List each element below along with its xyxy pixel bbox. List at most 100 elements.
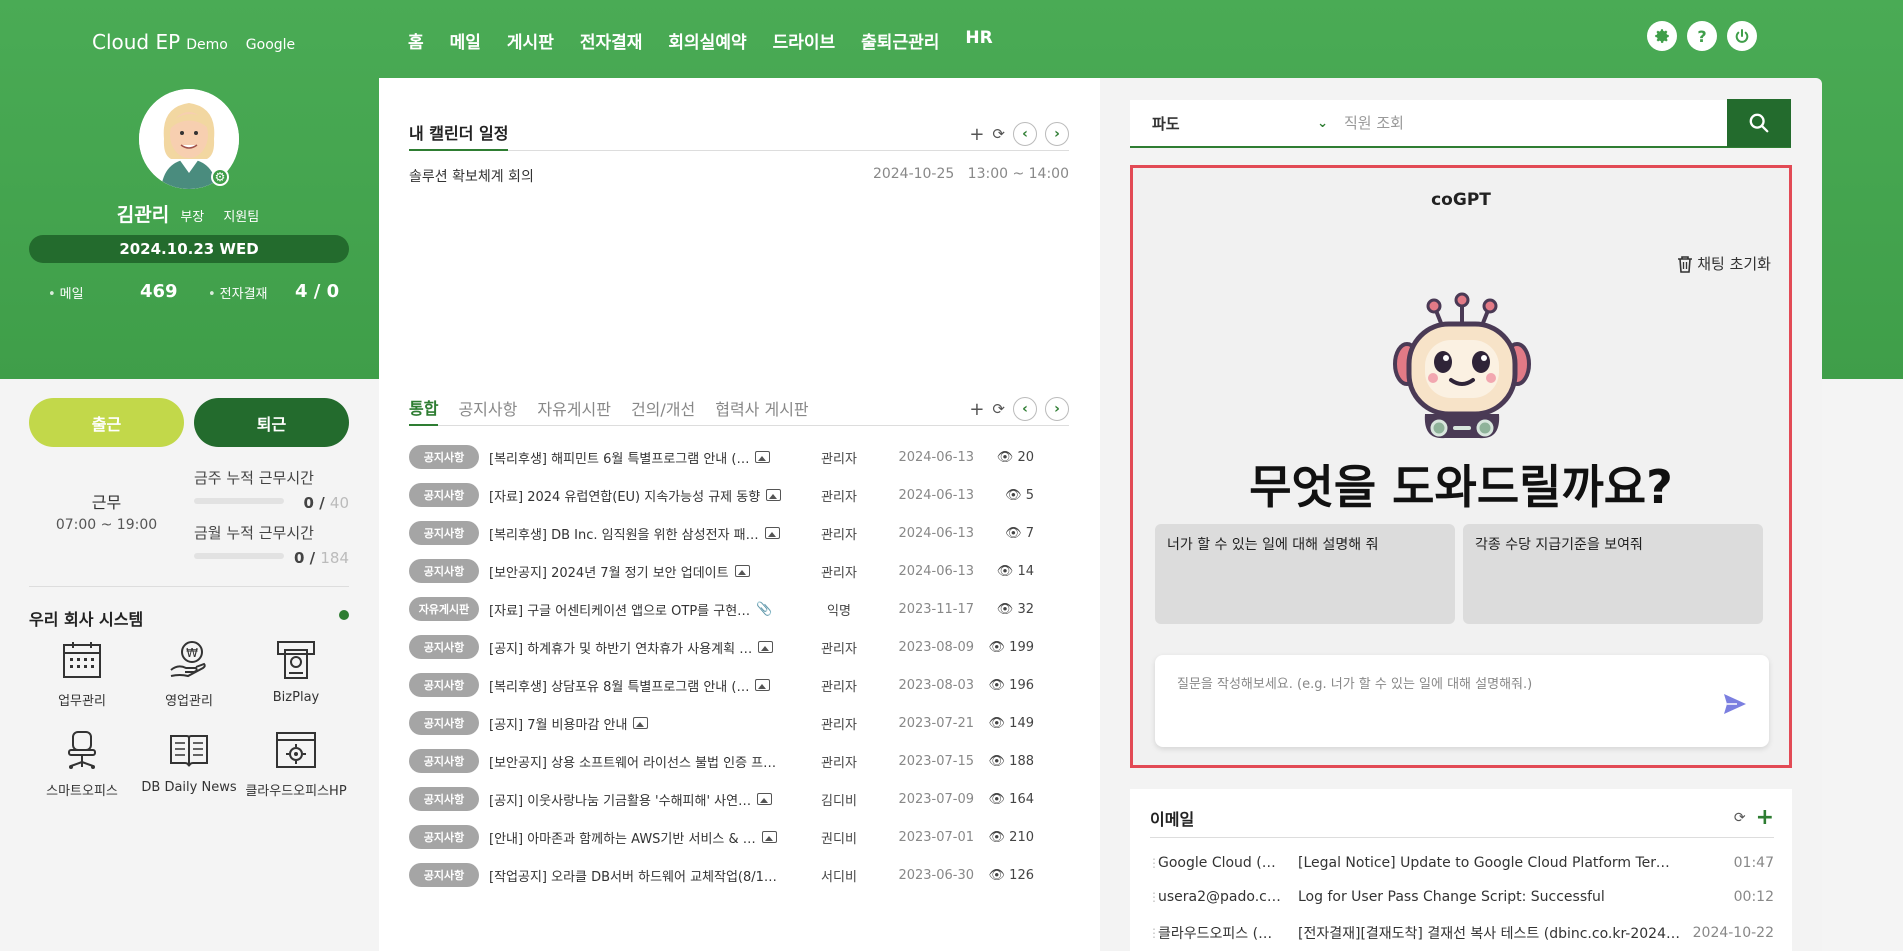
refresh-icon[interactable]: ⟳ bbox=[1734, 810, 1746, 826]
system-bizplay[interactable]: BizPlay bbox=[241, 640, 351, 705]
nav-hr[interactable]: HR bbox=[965, 28, 992, 53]
eye-icon: 👁 bbox=[988, 753, 1006, 769]
refresh-icon[interactable]: ⟳ bbox=[992, 400, 1005, 418]
search-scope-select[interactable]: 파도 ⌄ bbox=[1130, 113, 1340, 134]
system-sales-management[interactable]: ₩ 영업관리 bbox=[134, 640, 244, 709]
avatar-settings-icon[interactable]: ⚙ bbox=[211, 168, 229, 186]
email-subject[interactable]: [Legal Notice] Update to Google Cloud Pl… bbox=[1298, 855, 1683, 871]
drag-handle-icon[interactable]: ⋮ bbox=[1148, 890, 1160, 904]
category-badge: 공지사항 bbox=[409, 787, 479, 811]
email-row[interactable]: ⋮ 클라우드오피스 (… [전자결재][결재도착] 결재선 복사 테스트 (dbin… bbox=[1148, 923, 1774, 943]
calendar-header: 내 캘린더 일정 + ⟳ ‹ › bbox=[409, 120, 1069, 151]
post-title[interactable]: [복리후생] 해피민트 6월 특별프로그램 안내 (… bbox=[489, 448, 799, 467]
system-smart-office[interactable]: 스마트오피스 bbox=[27, 730, 137, 799]
suggestion-button[interactable]: 너가 할 수 있는 일에 대해 설명해 줘 bbox=[1155, 524, 1455, 624]
calendar-event[interactable]: 솔루션 확보체계 회의 2024-10-25 13:00 ~ 14:00 bbox=[409, 166, 1069, 186]
gear-icon[interactable] bbox=[1647, 21, 1677, 51]
eye-icon: 👁 bbox=[1005, 487, 1022, 503]
nav-mail[interactable]: 메일 bbox=[450, 28, 481, 53]
nav-approval[interactable]: 전자결재 bbox=[580, 28, 643, 53]
tab-all[interactable]: 통합 bbox=[409, 395, 439, 426]
tab-notice[interactable]: 공지사항 bbox=[458, 396, 517, 425]
help-icon[interactable]: ? bbox=[1687, 21, 1717, 51]
approval-stat[interactable]: 전자결재 bbox=[208, 283, 268, 302]
post-title[interactable]: [복리후생] 상담포유 8월 특별프로그램 안내 (… bbox=[489, 676, 799, 695]
clock-out-button[interactable]: 퇴근 bbox=[194, 398, 349, 447]
post-title[interactable]: [복리후생] DB Inc. 임직원을 위한 삼성전자 패… bbox=[489, 524, 799, 543]
email-row[interactable]: ⋮ Google Cloud (… [Legal Notice] Update to… bbox=[1148, 855, 1774, 871]
brand[interactable]: Cloud EP Demo Google bbox=[92, 30, 295, 54]
post-title[interactable]: [공지] 7월 비용마감 안내 bbox=[489, 714, 799, 733]
post-date: 2024-06-13 bbox=[898, 563, 974, 579]
next-icon[interactable]: › bbox=[1045, 397, 1069, 421]
work-hours: 07:00 ~ 19:00 bbox=[55, 517, 158, 533]
system-label: 영업관리 bbox=[165, 694, 213, 709]
board-row[interactable]: 자유게시판 [자료] 구글 어센티케이션 앱으로 OTP를 구현… 📎 익명 2023-… bbox=[409, 594, 1069, 624]
post-title[interactable]: [안내] 아마존과 함께하는 AWS기반 서비스 & … bbox=[489, 828, 799, 847]
power-icon[interactable] bbox=[1727, 21, 1757, 51]
prev-icon[interactable]: ‹ bbox=[1013, 397, 1037, 421]
post-title[interactable]: [작업공지] 오라클 DB서버 하드웨어 교체작업(8/1… bbox=[489, 866, 799, 885]
image-attachment-icon bbox=[757, 793, 773, 805]
post-title[interactable]: [공지] 하계휴가 및 하반기 연차휴가 사용계획 … bbox=[489, 638, 799, 657]
email-subject[interactable]: [전자결재][결재도착] 결재선 복사 테스트 (dbinc.co.kr-202… bbox=[1298, 923, 1683, 943]
systems-title: 우리 회사 시스템 bbox=[29, 610, 144, 629]
chat-reset-button[interactable]: 채팅 초기화 bbox=[1677, 253, 1771, 274]
add-icon[interactable]: + bbox=[969, 399, 984, 420]
nav-board[interactable]: 게시판 bbox=[507, 28, 554, 53]
suggestion-button[interactable]: 각종 수당 지급기준을 보여줘 bbox=[1463, 524, 1763, 624]
board-row[interactable]: 공지사항 [안내] 아마존과 함께하는 AWS기반 서비스 & … 권디비 2023-… bbox=[409, 822, 1069, 852]
mail-stat[interactable]: 메일 bbox=[48, 283, 84, 302]
drag-handle-icon[interactable]: ⋮ bbox=[1148, 926, 1160, 940]
system-db-daily-news[interactable]: DB Daily News bbox=[134, 730, 244, 795]
refresh-icon[interactable]: ⟳ bbox=[992, 125, 1005, 143]
question-input[interactable] bbox=[1177, 673, 1697, 729]
eye-icon: 👁 bbox=[996, 563, 1014, 579]
board-row[interactable]: 공지사항 [자료] 2024 유럽연합(EU) 지속가능성 규제 동향 관리자 202… bbox=[409, 480, 1069, 510]
approval-count[interactable]: 4 / 0 bbox=[295, 281, 339, 302]
mail-count[interactable]: 469 bbox=[140, 281, 178, 302]
eye-icon: 👁 bbox=[988, 677, 1006, 693]
search-input[interactable] bbox=[1340, 114, 1727, 132]
board-row[interactable]: 공지사항 [보안공지] 상용 소프트웨어 라이선스 불법 인증 프… 관리자 2023… bbox=[409, 746, 1069, 776]
profile-name: 김관리 부장 지원팀 bbox=[0, 200, 376, 227]
drag-handle-icon[interactable]: ⋮ bbox=[1148, 856, 1160, 870]
system-work-management[interactable]: 업무관리 bbox=[27, 640, 137, 709]
add-icon[interactable]: + bbox=[969, 124, 984, 145]
search-button[interactable] bbox=[1727, 99, 1791, 147]
post-date: 2023-08-09 bbox=[898, 639, 974, 655]
tab-free-board[interactable]: 자유게시판 bbox=[537, 396, 611, 425]
category-badge: 공지사항 bbox=[409, 749, 479, 773]
board-row[interactable]: 공지사항 [보안공지] 2024년 7월 정기 보안 업데이트 관리자 2024-06… bbox=[409, 556, 1069, 586]
board-row[interactable]: 공지사항 [공지] 이웃사랑나눔 기금활용 '수해피해' 사연… 김디비 2023-0… bbox=[409, 784, 1069, 814]
image-attachment-icon bbox=[766, 489, 782, 501]
board-row[interactable]: 공지사항 [복리후생] DB Inc. 임직원을 위한 삼성전자 패… 관리자 202… bbox=[409, 518, 1069, 548]
board-row[interactable]: 공지사항 [복리후생] 해피민트 6월 특별프로그램 안내 (… 관리자 2024-0… bbox=[409, 442, 1069, 472]
post-title[interactable]: [공지] 이웃사랑나눔 기금활용 '수해피해' 사연… bbox=[489, 790, 799, 809]
board-row[interactable]: 공지사항 [공지] 하계휴가 및 하반기 연차휴가 사용계획 … 관리자 2023-0… bbox=[409, 632, 1069, 662]
board-row[interactable]: 공지사항 [복리후생] 상담포유 8월 특별프로그램 안내 (… 관리자 2023-0… bbox=[409, 670, 1069, 700]
nav-meeting-room[interactable]: 회의실예약 bbox=[668, 28, 746, 53]
post-title[interactable]: [보안공지] 2024년 7월 정기 보안 업데이트 bbox=[489, 562, 799, 581]
board-row[interactable]: 공지사항 [작업공지] 오라클 DB서버 하드웨어 교체작업(8/1… 서디비 202… bbox=[409, 860, 1069, 890]
next-icon[interactable]: › bbox=[1045, 122, 1069, 146]
add-icon[interactable]: + bbox=[1756, 805, 1774, 830]
tab-suggestions[interactable]: 건의/개선 bbox=[631, 396, 695, 425]
nav-drive[interactable]: 드라이브 bbox=[773, 28, 836, 53]
nav-attendance[interactable]: 출퇴근관리 bbox=[861, 28, 939, 53]
post-title[interactable]: [자료] 2024 유럽연합(EU) 지속가능성 규제 동향 bbox=[489, 486, 799, 505]
email-row[interactable]: ⋮ usera2@pado.c… Log for User Pass Change … bbox=[1148, 889, 1774, 905]
employee-search: 파도 ⌄ bbox=[1130, 99, 1791, 148]
board-row[interactable]: 공지사항 [공지] 7월 비용마감 안내 관리자 2023-07-21 👁 149 bbox=[409, 708, 1069, 738]
tab-partner-board[interactable]: 협력사 게시판 bbox=[715, 396, 808, 425]
send-icon[interactable] bbox=[1723, 693, 1747, 715]
system-cloud-office-hp[interactable]: 클라우드오피스HP bbox=[241, 730, 351, 799]
email-subject[interactable]: Log for User Pass Change Script: Success… bbox=[1298, 889, 1683, 905]
clock-in-button[interactable]: 출근 bbox=[29, 398, 184, 447]
calendar-title: 내 캘린더 일정 bbox=[409, 120, 509, 151]
prev-icon[interactable]: ‹ bbox=[1013, 122, 1037, 146]
nav-home[interactable]: 홈 bbox=[408, 28, 424, 53]
post-title[interactable]: [보안공지] 상용 소프트웨어 라이선스 불법 인증 프… bbox=[489, 752, 799, 771]
post-title[interactable]: [자료] 구글 어센티케이션 앱으로 OTP를 구현… 📎 bbox=[489, 600, 799, 619]
center-panel: 내 캘린더 일정 + ⟳ ‹ › 솔루션 확보체계 회의 2024-10-25 … bbox=[379, 78, 1100, 951]
